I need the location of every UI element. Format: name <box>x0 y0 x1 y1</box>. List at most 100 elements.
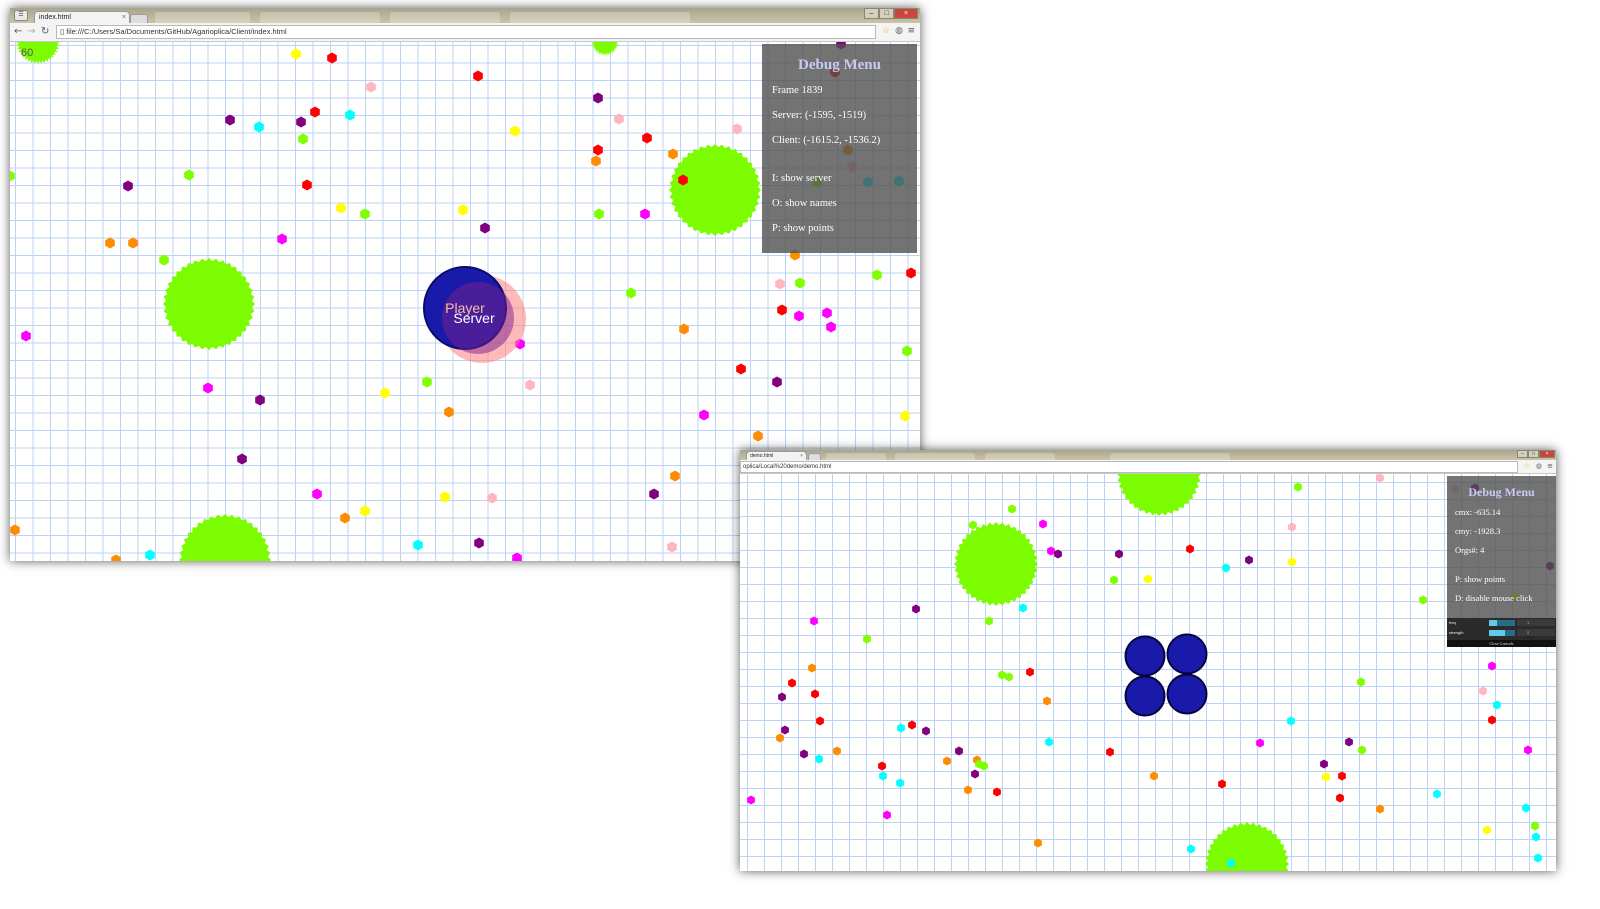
food-pellet <box>1045 737 1053 747</box>
food-pellet <box>1322 772 1330 782</box>
background-tab[interactable] <box>390 12 500 23</box>
food-pellet <box>487 492 497 504</box>
freq-slider-fill <box>1489 620 1497 626</box>
food-pellet <box>422 376 432 388</box>
close-icon[interactable]: × <box>894 8 918 19</box>
background-tab[interactable] <box>826 453 886 460</box>
background-tab[interactable] <box>155 12 250 23</box>
freq-control[interactable]: freq 1 <box>1449 618 1556 628</box>
extension-icon[interactable]: ◍ <box>895 25 903 38</box>
food-pellet <box>993 787 1001 797</box>
food-pellet <box>111 554 121 561</box>
food-pellet <box>1218 779 1226 789</box>
food-pellet <box>883 810 891 820</box>
server-name-label: Server <box>453 310 495 326</box>
server-readout: Server: (-1595, -1519) <box>772 110 867 121</box>
tab-index[interactable]: index.html × <box>34 11 130 23</box>
food-pellet <box>1338 771 1346 781</box>
user-icon[interactable]: ☰ <box>14 10 28 21</box>
cmx-readout: cmx: -635.14 <box>1455 507 1501 517</box>
food-pellet <box>366 81 376 93</box>
address-bar[interactable]: oplica/Local%20demo/demo.html <box>740 461 1518 473</box>
new-tab-button[interactable] <box>808 453 821 460</box>
food-pellet <box>626 287 636 299</box>
menu-icon[interactable]: ≡ <box>1547 461 1553 471</box>
food-pellet <box>225 114 235 126</box>
new-tab-button[interactable] <box>130 14 148 23</box>
close-controls-button[interactable]: Close Controls <box>1447 640 1556 647</box>
food-pellet <box>985 616 993 626</box>
arrow-right-icon[interactable]: → <box>27 25 35 38</box>
food-pellet <box>473 70 483 82</box>
background-tab[interactable] <box>510 12 690 23</box>
freq-label: freq <box>1449 620 1456 625</box>
food-pellet <box>908 720 916 730</box>
tab-title: demo.html <box>750 453 774 459</box>
food-pellet <box>1245 555 1253 565</box>
minimize-icon[interactable]: – <box>864 8 879 19</box>
food-pellet <box>336 202 346 214</box>
food-pellet <box>1419 595 1427 605</box>
background-tab[interactable] <box>1110 453 1230 460</box>
food-pellet <box>775 278 785 290</box>
food-pellet <box>800 749 808 759</box>
debug-menu: Debug Menu Frame 1839 Server: (-1595, -1… <box>762 44 917 253</box>
maximize-icon[interactable]: □ <box>879 8 894 19</box>
menu-icon[interactable]: ≡ <box>907 25 915 38</box>
food-pellet <box>360 208 370 220</box>
reload-icon[interactable]: ↻ <box>41 25 49 38</box>
tab-close-icon[interactable]: × <box>122 12 126 23</box>
food-pellet <box>732 123 742 135</box>
url-text: oplica/Local%20demo/demo.html <box>743 464 832 470</box>
orgs-readout: Orgs#: 4 <box>1455 545 1485 555</box>
food-pellet <box>312 488 322 500</box>
strength-slider-fill <box>1489 630 1505 636</box>
strength-value[interactable]: 2 <box>1517 629 1555 636</box>
background-tab[interactable] <box>260 12 380 23</box>
food-pellet <box>525 379 535 391</box>
debug-menu: Debug Menu cmx: -635.14 cmy: -1928.3 Org… <box>1447 476 1556 647</box>
maximize-icon[interactable]: □ <box>1528 450 1539 458</box>
food-pellet <box>440 491 450 503</box>
minimize-icon[interactable]: – <box>1517 450 1528 458</box>
arrow-left-icon[interactable]: ← <box>14 25 22 38</box>
tab-close-icon[interactable]: × <box>800 452 803 460</box>
food-pellet <box>159 254 169 266</box>
food-pellet <box>912 604 920 614</box>
game-canvas[interactable]: Debug Menu cmx: -635.14 cmy: -1928.3 Org… <box>740 474 1556 871</box>
food-pellet <box>1054 549 1062 559</box>
background-tab[interactable] <box>985 453 1055 460</box>
star-icon[interactable]: ☆ <box>882 25 890 38</box>
food-pellet <box>1320 759 1328 769</box>
food-pellet <box>998 670 1006 680</box>
tab-demo[interactable]: demo.html × <box>746 451 807 460</box>
background-tab[interactable] <box>895 453 975 460</box>
food-pellet <box>964 785 972 795</box>
food-pellet <box>1005 672 1013 682</box>
food-pellet <box>380 387 390 399</box>
food-pellet <box>822 307 832 319</box>
food-pellet <box>1531 821 1539 831</box>
food-pellet <box>896 778 904 788</box>
extension-icon[interactable]: ◍ <box>1536 461 1542 471</box>
food-pellet <box>1524 745 1532 755</box>
address-bar[interactable]: ▯ file:///C:/Users/Sa/Documents/GitHub/A… <box>56 25 876 39</box>
food-pellet <box>753 430 763 442</box>
strength-control[interactable]: strength 2 <box>1449 628 1556 638</box>
food-pellet <box>778 692 786 702</box>
food-pellet <box>772 376 782 388</box>
freq-value[interactable]: 1 <box>1517 619 1555 626</box>
food-pellet <box>1294 482 1302 492</box>
food-pellet <box>747 795 755 805</box>
disable-click-hint: D: disable mouse click <box>1455 593 1533 603</box>
star-icon[interactable]: ☆ <box>1524 461 1530 471</box>
food-pellet <box>1357 677 1365 687</box>
food-pellet <box>360 505 370 517</box>
food-pellet <box>1110 575 1118 585</box>
food-pellet <box>699 409 709 421</box>
food-pellet <box>1043 696 1051 706</box>
food-pellet <box>810 616 818 626</box>
food-pellet <box>649 488 659 500</box>
close-icon[interactable]: × <box>1539 450 1555 458</box>
food-pellet <box>863 634 871 644</box>
